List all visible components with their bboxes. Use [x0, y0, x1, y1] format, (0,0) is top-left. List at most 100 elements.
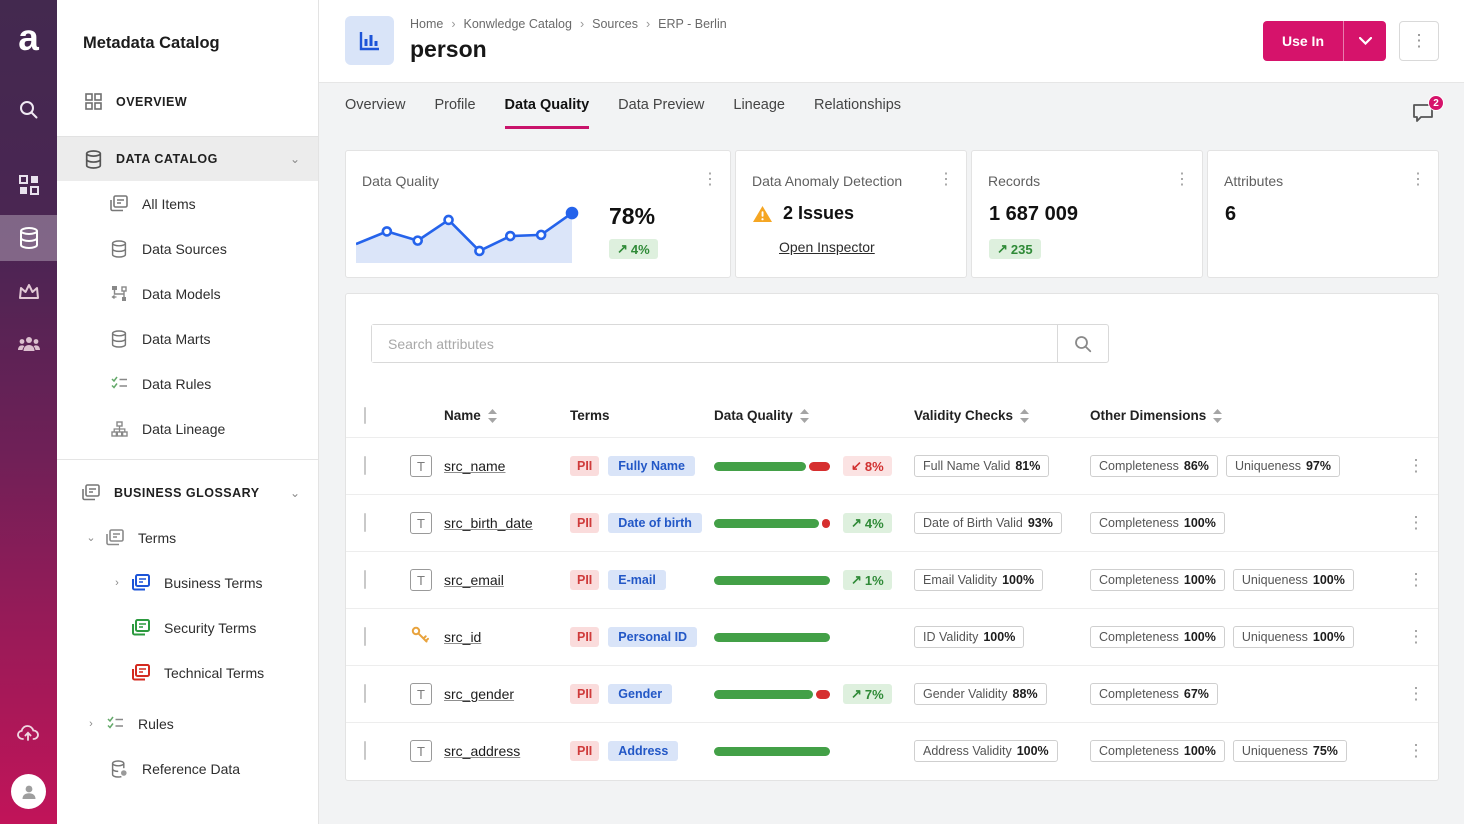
row-menu-button[interactable]: ⋮ [1394, 741, 1438, 761]
row-menu-button[interactable]: ⋮ [1394, 456, 1438, 476]
attribute-name-link[interactable]: src_name [444, 458, 570, 474]
dimension-chip[interactable]: Completeness67% [1090, 683, 1218, 705]
breadcrumb-home[interactable]: Home [410, 17, 443, 31]
community-icon[interactable] [0, 321, 57, 367]
breadcrumb-sources[interactable]: Sources [592, 17, 638, 31]
tab-data-quality[interactable]: Data Quality [505, 97, 590, 129]
term-badge[interactable]: Gender [608, 684, 672, 704]
comments-button[interactable]: 2 [1412, 103, 1438, 127]
sidebar-item-overview[interactable]: OVERVIEW [57, 79, 318, 124]
row-menu-button[interactable]: ⋮ [1394, 627, 1438, 647]
sidebar-item-data-sources[interactable]: Data Sources [57, 226, 318, 271]
pii-badge[interactable]: PII [570, 570, 599, 590]
search-button[interactable] [1057, 325, 1108, 362]
term-badge[interactable]: Personal ID [608, 627, 697, 647]
column-header-other-dimensions[interactable]: Other Dimensions [1090, 408, 1394, 423]
tab-lineage[interactable]: Lineage [733, 97, 785, 129]
cloud-sync-icon[interactable] [0, 710, 57, 756]
row-menu-button[interactable]: ⋮ [1394, 684, 1438, 704]
attribute-name-link[interactable]: src_email [444, 572, 570, 588]
sidebar-item-data-catalog[interactable]: DATA CATALOG ⌄ [57, 136, 318, 181]
row-checkbox[interactable] [364, 570, 366, 589]
sidebar-item-business-glossary[interactable]: BUSINESS GLOSSARY ⌄ [57, 470, 318, 515]
use-in-dropdown-button[interactable] [1344, 21, 1386, 61]
sidebar-item-data-rules[interactable]: Data Rules [57, 361, 318, 406]
row-checkbox[interactable] [364, 741, 366, 760]
data-catalog-icon[interactable] [0, 215, 57, 261]
pii-badge[interactable]: PII [570, 513, 599, 533]
attribute-name-link[interactable]: src_id [444, 629, 570, 645]
validity-chip[interactable]: Full Name Valid81% [914, 455, 1049, 477]
validity-chip[interactable]: Gender Validity88% [914, 683, 1047, 705]
use-in-split-button[interactable]: Use In [1263, 21, 1386, 61]
use-in-button[interactable]: Use In [1263, 21, 1343, 61]
term-badge[interactable]: Address [608, 741, 678, 761]
tab-data-preview[interactable]: Data Preview [618, 97, 704, 129]
dimension-chip[interactable]: Completeness86% [1090, 455, 1218, 477]
dimension-chip[interactable]: Uniqueness100% [1233, 626, 1354, 648]
row-menu-button[interactable]: ⋮ [1394, 570, 1438, 590]
validity-chip[interactable]: Date of Birth Valid93% [914, 512, 1062, 534]
card-menu-button[interactable]: ⋮ [702, 169, 718, 189]
dimension-chip[interactable]: Uniqueness100% [1233, 569, 1354, 591]
overview-grid-icon [83, 93, 103, 110]
validity-chip[interactable]: Address Validity100% [914, 740, 1058, 762]
column-header-name[interactable]: Name [444, 408, 570, 423]
attribute-name-link[interactable]: src_gender [444, 686, 570, 702]
pii-badge[interactable]: PII [570, 684, 599, 704]
sidebar-item-security-terms[interactable]: Security Terms [57, 605, 318, 650]
brand-logo[interactable]: a [0, 14, 57, 62]
row-checkbox[interactable] [364, 456, 366, 475]
pii-badge[interactable]: PII [570, 741, 599, 761]
tab-overview[interactable]: Overview [345, 97, 405, 129]
sidebar-item-technical-terms[interactable]: Technical Terms [57, 650, 318, 695]
sidebar-item-business-terms[interactable]: › Business Terms [57, 560, 318, 605]
row-checkbox[interactable] [364, 627, 366, 646]
sidebar-item-data-lineage[interactable]: Data Lineage [57, 406, 318, 451]
search-icon[interactable] [0, 86, 57, 132]
chevron-right-icon[interactable]: › [109, 577, 125, 589]
select-all-checkbox[interactable] [364, 407, 366, 424]
dimension-chip[interactable]: Uniqueness97% [1226, 455, 1340, 477]
validity-chip[interactable]: Email Validity100% [914, 569, 1043, 591]
dimension-chip[interactable]: Uniqueness75% [1233, 740, 1347, 762]
row-checkbox[interactable] [364, 513, 366, 532]
dimension-chip[interactable]: Completeness100% [1090, 740, 1225, 762]
validity-chip[interactable]: ID Validity100% [914, 626, 1024, 648]
sidebar-item-data-models[interactable]: Data Models [57, 271, 318, 316]
card-menu-button[interactable]: ⋮ [938, 169, 954, 189]
sidebar-item-reference-data[interactable]: Reference Data [57, 746, 318, 791]
tab-relationships[interactable]: Relationships [814, 97, 901, 129]
sidebar-item-rules[interactable]: › Rules [57, 701, 318, 746]
pii-badge[interactable]: PII [570, 627, 599, 647]
chevron-right-icon[interactable]: › [83, 718, 99, 730]
apps-grid-icon[interactable] [0, 162, 57, 208]
quality-crown-icon[interactable] [0, 268, 57, 314]
sidebar-item-data-marts[interactable]: Data Marts [57, 316, 318, 361]
sidebar-item-all-items[interactable]: All Items [57, 181, 318, 226]
column-header-data-quality[interactable]: Data Quality [714, 408, 914, 423]
card-menu-button[interactable]: ⋮ [1410, 169, 1426, 189]
breadcrumb-knowledge-catalog[interactable]: Konwledge Catalog [464, 17, 572, 31]
row-checkbox[interactable] [364, 684, 366, 703]
dimension-chip[interactable]: Completeness100% [1090, 626, 1225, 648]
attribute-name-link[interactable]: src_birth_date [444, 515, 570, 531]
card-menu-button[interactable]: ⋮ [1174, 169, 1190, 189]
chevron-down-icon[interactable]: ⌄ [83, 531, 99, 544]
attribute-name-link[interactable]: src_address [444, 743, 570, 759]
pii-badge[interactable]: PII [570, 456, 599, 476]
header-menu-button[interactable]: ⋮ [1399, 21, 1439, 61]
user-avatar[interactable] [11, 774, 46, 809]
term-badge[interactable]: Fully Name [608, 456, 695, 476]
column-header-validity-checks[interactable]: Validity Checks [914, 408, 1090, 423]
row-menu-button[interactable]: ⋮ [1394, 513, 1438, 533]
sidebar-item-terms[interactable]: ⌄ Terms [57, 515, 318, 560]
dimension-chip[interactable]: Completeness100% [1090, 569, 1225, 591]
open-inspector-link[interactable]: Open Inspector [779, 239, 875, 255]
search-input[interactable] [372, 325, 1057, 362]
dimension-chip[interactable]: Completeness100% [1090, 512, 1225, 534]
term-badge[interactable]: E-mail [608, 570, 666, 590]
term-badge[interactable]: Date of birth [608, 513, 702, 533]
breadcrumb-erp-berlin[interactable]: ERP - Berlin [658, 17, 727, 31]
tab-profile[interactable]: Profile [434, 97, 475, 129]
